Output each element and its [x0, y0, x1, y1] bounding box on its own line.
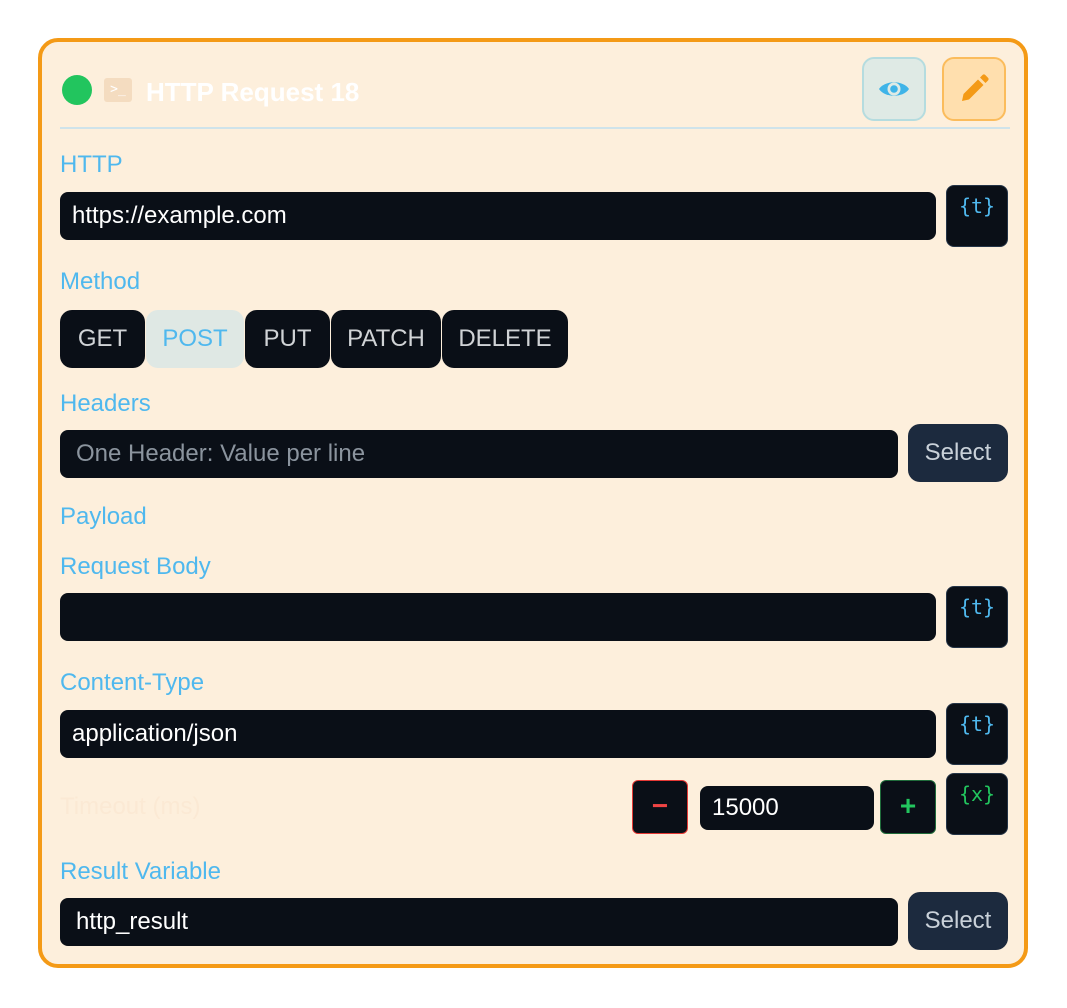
headers-input[interactable]: One Header: Value per line	[60, 430, 898, 478]
content-type-label: Content-Type	[60, 669, 205, 696]
timeout-label: Timeout (ms)	[60, 793, 201, 820]
timeout-variable-button[interactable]: {x}	[946, 773, 1008, 835]
content-type-input[interactable]: application/json	[60, 710, 936, 758]
result-variable-input[interactable]: http_result	[60, 898, 898, 946]
request-body-input[interactable]	[60, 593, 936, 641]
method-label: Method	[60, 268, 141, 295]
node-title[interactable]: HTTP Request 18	[146, 74, 359, 110]
headers-select-button[interactable]: Select	[908, 424, 1008, 482]
method-put[interactable]: PUT	[245, 310, 330, 368]
headers-label: Headers	[60, 390, 151, 417]
timeout-increment-button[interactable]: +	[880, 780, 936, 834]
content-type-template-button[interactable]: {t}	[946, 703, 1008, 765]
url-label: HTTP	[60, 151, 123, 178]
payload-section-label: Payload	[60, 503, 147, 530]
http-request-node-card: >_ HTTP Request 18 HTTP https://example.…	[38, 38, 1028, 968]
timeout-input[interactable]: 15000	[700, 786, 874, 830]
result-variable-label: Result Variable	[60, 858, 221, 885]
request-body-template-button[interactable]: {t}	[946, 586, 1008, 648]
eye-icon	[879, 82, 909, 96]
method-post[interactable]: POST	[146, 310, 244, 368]
url-input[interactable]: https://example.com	[60, 192, 936, 240]
request-body-label: Request Body	[60, 553, 211, 580]
terminal-icon: >_	[104, 78, 132, 102]
header-divider	[60, 127, 1010, 129]
method-patch[interactable]: PATCH	[331, 310, 441, 368]
edit-button[interactable]	[942, 57, 1006, 121]
status-indicator	[62, 75, 92, 105]
result-variable-select-button[interactable]: Select	[908, 892, 1008, 950]
timeout-decrement-button[interactable]: −	[632, 780, 688, 834]
method-get[interactable]: GET	[60, 310, 145, 368]
method-delete[interactable]: DELETE	[442, 310, 568, 368]
preview-button[interactable]	[862, 57, 926, 121]
url-template-button[interactable]: {t}	[946, 185, 1008, 247]
pencil-icon	[962, 74, 989, 101]
